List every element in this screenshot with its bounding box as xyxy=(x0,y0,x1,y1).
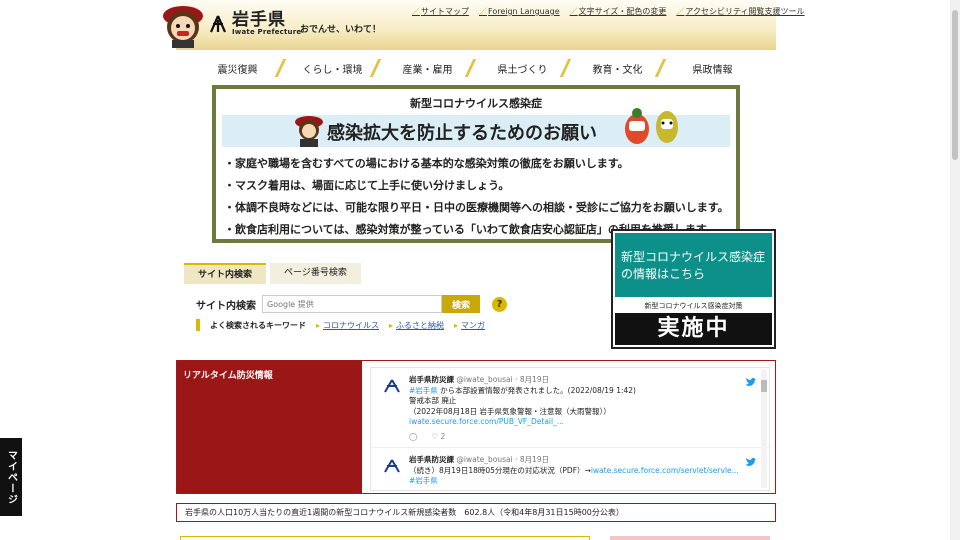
logo-title: 岩手県 xyxy=(232,10,286,30)
covid-ad-main-text: 新型コロナウイルス感染症の情報はこちら xyxy=(615,233,772,297)
tweet-link[interactable]: iwate.secure.force.com/servlet/servle... xyxy=(591,466,739,475)
search-tabs: サイト内検索 ページ番号検索 xyxy=(184,263,361,284)
timeline-scrollbar[interactable] xyxy=(761,370,767,488)
foreign-language-link[interactable]: Foreign Language xyxy=(479,6,560,17)
amabie-icon xyxy=(656,111,678,143)
search-input[interactable] xyxy=(262,295,442,313)
tweet-text: （2022年08月18日 岩手県気象警報・注意報（大雨警報）） xyxy=(409,406,611,416)
tab-page-number-search[interactable]: ページ番号検索 xyxy=(270,263,361,284)
logo-subtitle: Iwate Prefecture xyxy=(232,28,302,36)
nav-item-land[interactable]: 県土づくり xyxy=(475,61,570,76)
search-label: サイト内検索 xyxy=(196,300,256,312)
scroll-thumb[interactable] xyxy=(761,380,767,392)
banner-headline: 感染拡大を防止するためのお願い xyxy=(327,123,597,144)
popular-keywords: よく検索されるキーワード コロナウイルス ふるさと納税 マンガ xyxy=(196,319,485,331)
covid-info-ad[interactable]: 新型コロナウイルス感染症の情報はこちら 新型コロナウイルス感染症対策 実施中 xyxy=(611,229,776,349)
covid-ad-sub-text: 新型コロナウイルス感染症対策 xyxy=(644,302,743,310)
nav-item-government[interactable]: 県政情報 xyxy=(665,61,760,76)
tweet-handle: @iwate_bousai · 8月19日 xyxy=(456,375,550,384)
covid-ad-bottom-text: 実施中 xyxy=(615,313,772,345)
keyword-link-manga[interactable]: マンガ xyxy=(454,320,485,331)
prefecture-emblem-icon xyxy=(209,15,227,33)
hashtag-link[interactable]: #岩手県 xyxy=(409,386,438,395)
red-creature-icon xyxy=(625,108,649,144)
site-logo[interactable]: 岩手県 Iwate Prefecture xyxy=(208,12,301,36)
sitemap-link[interactable]: サイトマップ xyxy=(412,6,469,17)
tweet-author[interactable]: 岩手県防災課 xyxy=(409,375,454,384)
page-scrollbar[interactable] xyxy=(950,0,960,540)
keyword-marker xyxy=(196,319,200,331)
banner-line: ・マスク着用は、場面に応じて上手に使い分けましょう。 xyxy=(224,179,510,192)
mascot-character-icon xyxy=(295,116,323,147)
global-nav: 震災復興 くらし・環境 産業・雇用 県土づくり 教育・文化 県政情報 xyxy=(190,57,760,79)
covid-request-banner[interactable]: 新型コロナウイルス感染症 感染拡大を防止するためのお願い ・家庭や職場を含むすべ… xyxy=(212,85,740,243)
banner-text-lines: ・家庭や職場を含むすべての場における基本的な感染対策の徹底をお願いします。 ・マ… xyxy=(224,153,736,241)
tweet-handle: @iwate_bousai · 8月19日 xyxy=(456,455,550,464)
banner-line: ・家庭や職場を含むすべての場における基本的な感染対策の徹底をお願いします。 xyxy=(224,157,629,170)
twitter-bird-icon[interactable] xyxy=(745,456,757,468)
tweet-text: から本部設置情報が発表されました。(2022/08/19 1:42) xyxy=(437,385,636,395)
content-box-top xyxy=(610,536,770,540)
nav-item-reconstruction[interactable]: 震災復興 xyxy=(190,61,285,76)
keyword-link-furusato[interactable]: ふるさと納税 xyxy=(389,320,444,331)
banner-headline-band: 感染拡大を防止するためのお願い xyxy=(222,108,730,147)
page-scroll-thumb[interactable] xyxy=(952,10,958,160)
tweet-text: （続き）8月19日18時05分現在の対応状況（PDF）→ xyxy=(409,465,591,475)
keyword-link-corona[interactable]: コロナウイルス xyxy=(316,320,379,331)
banner-line: ・体調不良時などには、可能な限り平日・日中の医療機関等への相談・受診にご協力をお… xyxy=(224,201,729,214)
content-box-top xyxy=(180,536,590,540)
like-button[interactable]: ♡ 2 xyxy=(431,432,445,443)
help-icon[interactable]: ? xyxy=(492,296,507,312)
text-size-color-link[interactable]: 文字サイズ・配色の変更 xyxy=(570,6,667,17)
hashtag-link[interactable]: #岩手県 xyxy=(409,476,769,487)
disaster-info-panel: リアルタイム防災情報 岩手県防災課 @iwate_bousai · 8月19日 … xyxy=(176,360,776,494)
tweet-author[interactable]: 岩手県防災課 xyxy=(409,455,454,464)
account-avatar-icon[interactable] xyxy=(381,378,403,400)
tweet-actions: ◯ ♡ 2 xyxy=(409,432,769,443)
tweet-link[interactable]: iwate.secure.force.com/PUB_VF_Detail_... xyxy=(409,417,769,428)
account-avatar-icon[interactable] xyxy=(381,458,403,480)
tweet[interactable]: 岩手県防災課 @iwate_bousai · 8月19日 #岩手県 から本部設置… xyxy=(371,368,769,448)
tab-site-search[interactable]: サイト内検索 xyxy=(184,263,267,284)
tweet-text: 警戒本部 廃止 xyxy=(409,396,457,405)
reply-icon[interactable]: ◯ xyxy=(409,432,417,443)
infection-count-notice: 岩手県の人口10万人当たりの直近1週間の新型コロナウイルス新規感染者数 602.… xyxy=(176,503,776,522)
search-row: サイト内検索 検索 ? xyxy=(196,295,507,313)
heart-icon: ♡ xyxy=(431,431,439,441)
nav-item-living[interactable]: くらし・環境 xyxy=(285,61,380,76)
utility-links: サイトマップ Foreign Language 文字サイズ・配色の変更 アクセシ… xyxy=(412,6,805,17)
nav-item-industry[interactable]: 産業・雇用 xyxy=(380,61,475,76)
mascot-logo-icon[interactable] xyxy=(160,2,206,48)
search-button[interactable]: 検索 xyxy=(442,295,480,313)
tweet[interactable]: 岩手県防災課 @iwate_bousai · 8月19日 （続き）8月19日18… xyxy=(371,448,769,490)
tagline: おでんせ、いわて！ xyxy=(300,25,382,35)
twitter-timeline[interactable]: 岩手県防災課 @iwate_bousai · 8月19日 #岩手県 から本部設置… xyxy=(370,367,770,491)
keywords-label: よく検索されるキーワード xyxy=(210,320,306,330)
like-count: 2 xyxy=(440,431,446,441)
nav-item-education[interactable]: 教育・文化 xyxy=(570,61,665,76)
mypage-button[interactable]: マイページ xyxy=(0,438,22,516)
accessibility-tool-link[interactable]: アクセシビリティ閲覧支援ツール xyxy=(676,6,804,17)
disaster-title: リアルタイム防災情報 xyxy=(177,361,362,493)
twitter-bird-icon[interactable] xyxy=(745,376,757,388)
